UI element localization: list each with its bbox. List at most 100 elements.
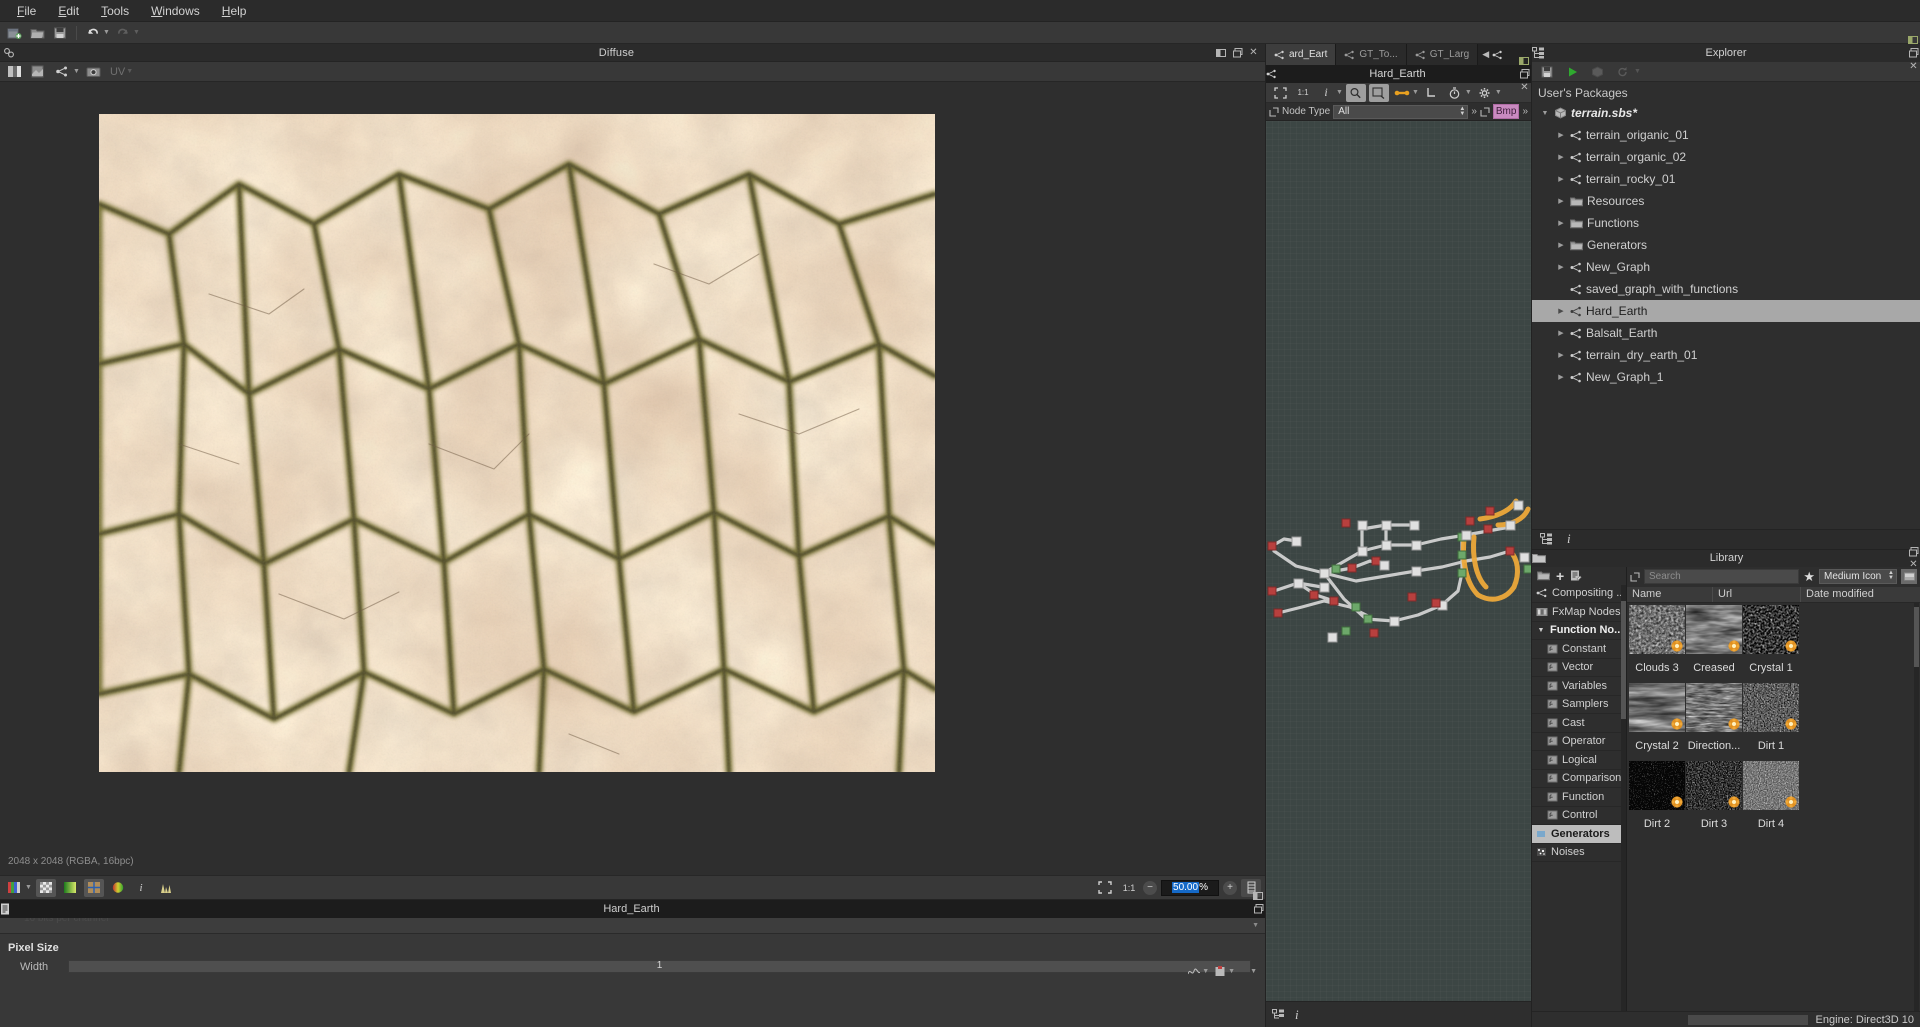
column-header-name[interactable]: Name (1627, 586, 1713, 602)
zoom-out-icon[interactable] (1368, 83, 1389, 102)
tree-item-functions[interactable]: ▶ Functions (1532, 212, 1920, 234)
zoom-in-button[interactable]: + (1223, 880, 1237, 895)
bmp-chip[interactable]: Bmp (1492, 104, 1520, 119)
library-category-noises[interactable]: Noises (1532, 844, 1626, 862)
library-item-crystal-1[interactable]: Crystal 1 (1743, 604, 1799, 683)
tree-view-icon[interactable] (1272, 1008, 1285, 1021)
tree-item-hard-earth[interactable]: ▶ Hard_Earth (1532, 300, 1920, 322)
open-package-icon[interactable] (27, 24, 47, 42)
info-caret[interactable]: ▼ (1336, 89, 1343, 96)
bmp-external-icon[interactable] (1480, 106, 1490, 117)
new-folder-icon[interactable] (1537, 570, 1550, 581)
function-curve-icon[interactable] (1188, 966, 1201, 977)
tree-item-new-graph[interactable]: ▶ New_Graph (1532, 256, 1920, 278)
chevron-down-icon[interactable]: ▼ (1540, 108, 1550, 118)
maximize-icon[interactable] (1518, 68, 1531, 81)
tiling-icon[interactable] (83, 878, 104, 897)
zoom-out-button[interactable]: − (1143, 880, 1157, 895)
chevron-right-icon[interactable]: ▶ (1556, 350, 1566, 360)
menu-item-file[interactable]: FFileile (6, 1, 47, 21)
column-header-url[interactable]: Url (1713, 586, 1801, 602)
chevron-right-icon[interactable]: ▶ (1556, 130, 1566, 140)
close-icon[interactable]: ✕ (1518, 81, 1531, 94)
bmp-overflow-icon[interactable]: » (1522, 106, 1528, 117)
filter-overflow-icon[interactable]: » (1471, 106, 1477, 117)
library-category-cast[interactable]: Cast (1532, 714, 1626, 733)
library-category-fxmap-nodes[interactable]: FxMap Nodes (1532, 603, 1626, 622)
library-category-list[interactable]: Compositing ... FxMap Nodes ▼ Function N… (1532, 584, 1626, 1011)
tree-item-terrain-dry-earth-01[interactable]: ▶ terrain_dry_earth_01 (1532, 344, 1920, 366)
gear-icon[interactable] (1475, 84, 1495, 102)
properties-overflow-caret[interactable]: ▼ (1250, 968, 1257, 975)
view-options-icon[interactable] (1901, 569, 1917, 584)
green-channel-icon[interactable] (60, 879, 80, 897)
zoom-input[interactable]: 50.00 % (1161, 879, 1219, 896)
menu-item-tools[interactable]: Tools (90, 1, 140, 21)
chevron-right-icon[interactable]: ▶ (1556, 240, 1566, 250)
color-wheel-icon[interactable] (108, 879, 128, 897)
info-icon[interactable]: i (132, 879, 152, 897)
chevron-down-icon[interactable]: ▼ (1252, 922, 1259, 929)
camera-icon[interactable] (84, 63, 104, 81)
expose-parameter-icon[interactable] (1214, 966, 1226, 977)
histogram-icon[interactable] (156, 879, 176, 897)
chevron-right-icon[interactable]: ▶ (1556, 328, 1566, 338)
chevron-right-icon[interactable]: ▶ (1556, 196, 1566, 206)
tree-item-balsalt-earth[interactable]: ▶ Balsalt_Earth (1532, 322, 1920, 344)
add-icon[interactable]: + (1556, 569, 1564, 583)
tree-item-generators[interactable]: ▶ Generators (1532, 234, 1920, 256)
timer-caret[interactable]: ▼ (1465, 89, 1472, 96)
library-item-grid[interactable]: Clouds 3 Creased Crystal 1 Crystal 2 Dir… (1627, 602, 1920, 1011)
close-icon[interactable]: ✕ (1247, 46, 1260, 59)
close-icon[interactable]: ✕ (1907, 60, 1920, 73)
info-icon[interactable]: i (1295, 1007, 1299, 1023)
save-package-icon[interactable] (50, 24, 70, 42)
link-caret[interactable]: ▼ (1412, 89, 1419, 96)
tree-item-terrain-origanic-01[interactable]: ▶ terrain_origanic_01 (1532, 124, 1920, 146)
chevron-updown-icon[interactable]: ▲ ▼ (1888, 570, 1894, 581)
undo-icon[interactable] (83, 24, 103, 42)
tree-item-resources[interactable]: ▶ Resources (1532, 190, 1920, 212)
library-category-comparison[interactable]: Comparison (1532, 770, 1626, 788)
menu-item-windows[interactable]: Windows (140, 1, 211, 21)
library-category-logical[interactable]: Logical (1532, 751, 1626, 770)
star-icon[interactable]: ★ (1803, 570, 1815, 583)
tab-list-icon[interactable] (1492, 50, 1503, 60)
library-item-dirt-3[interactable]: Dirt 3 (1686, 760, 1742, 839)
tree-item-saved-graph-with-functions[interactable]: ▶ saved_graph_with_functions (1532, 278, 1920, 300)
library-category-samplers[interactable]: Samplers (1532, 696, 1626, 714)
maximize-icon[interactable] (1231, 46, 1244, 59)
save-icon[interactable] (1537, 63, 1557, 81)
chevron-right-icon[interactable]: ▶ (1556, 262, 1566, 272)
fit-graph-icon[interactable] (1270, 84, 1290, 102)
explorer-tree[interactable]: User's Packages ▼ terrain.sbs* ▶ terrain… (1532, 82, 1920, 529)
align-icon[interactable] (1422, 84, 1442, 102)
alpha-icon[interactable] (35, 878, 56, 897)
maximize-icon[interactable] (1252, 903, 1265, 916)
expose-parameter-caret[interactable]: ▼ (1228, 968, 1235, 975)
chevron-right-icon[interactable]: ▶ (1556, 152, 1566, 162)
graph-tab-gt-larg[interactable]: GT_Larg (1406, 44, 1479, 65)
timer-icon[interactable] (1445, 84, 1465, 102)
chevron-down-icon[interactable]: ▼ (1536, 627, 1546, 634)
maximize-icon[interactable] (1907, 545, 1920, 558)
library-item-dirt-4[interactable]: Dirt 4 (1743, 760, 1799, 839)
info-icon[interactable]: i (1567, 531, 1571, 547)
library-grid-scrollbar[interactable] (1914, 602, 1919, 1011)
channels-icon[interactable] (4, 63, 24, 81)
chevron-right-icon[interactable]: ▶ (1556, 306, 1566, 316)
view-2d-canvas[interactable]: 2048 x 2048 (RGBA, 16bpc) (0, 82, 1265, 875)
tab-scroll-left-icon[interactable]: ◀ (1482, 49, 1489, 60)
one-to-one-icon[interactable]: 1:1 (1293, 84, 1313, 102)
library-item-clouds-3[interactable]: Clouds 3 (1629, 604, 1685, 683)
library-item-creased[interactable]: Creased (1686, 604, 1742, 683)
rgb-channels-icon[interactable] (4, 879, 24, 897)
library-category-variables[interactable]: Variables (1532, 677, 1626, 696)
tree-view-icon[interactable] (1540, 533, 1553, 545)
library-category-control[interactable]: Control (1532, 807, 1626, 825)
tree-item-terrain-sbs[interactable]: ▼ terrain.sbs* (1532, 102, 1920, 124)
graph-canvas[interactable] (1266, 121, 1531, 1001)
external-link-icon[interactable] (1630, 571, 1640, 582)
material-icon[interactable] (28, 63, 48, 81)
column-header-date-modified[interactable]: Date modified (1801, 587, 1920, 602)
